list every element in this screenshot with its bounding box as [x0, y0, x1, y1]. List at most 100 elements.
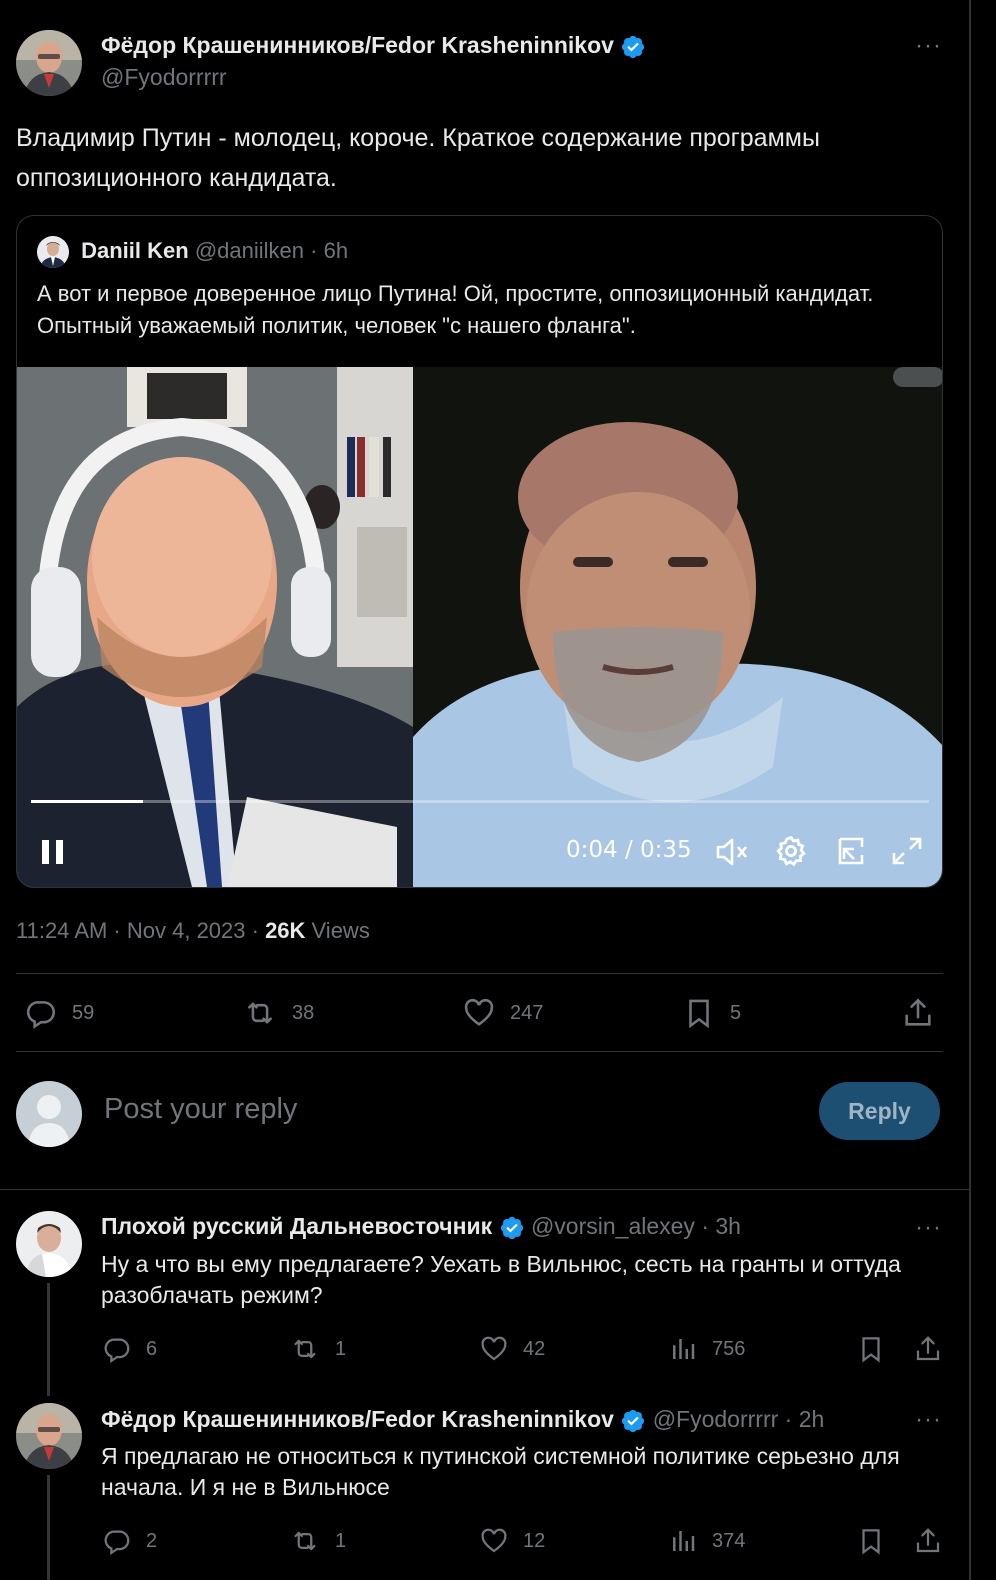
like-count: 42 [523, 1337, 546, 1360]
reply-action[interactable]: 2 [102, 1526, 157, 1556]
reply-time[interactable]: · 2h [785, 1406, 825, 1432]
verified-badge-icon [500, 1216, 523, 1240]
repost-icon [294, 1531, 316, 1551]
reply-action[interactable]: 6 [102, 1334, 157, 1364]
bookmark-icon [862, 1529, 880, 1555]
quote-time[interactable]: · 6h [310, 238, 348, 263]
more-icon[interactable]: ··· [915, 34, 942, 58]
pip-icon[interactable] [834, 835, 868, 872]
reply-icon [104, 1338, 130, 1363]
author-handle[interactable]: @Fyodorrrrr [101, 62, 227, 92]
quoted-tweet[interactable]: Daniil Ken @daniilken · 6h А вот и перво… [16, 215, 943, 888]
more-icon[interactable]: ··· [915, 1216, 942, 1240]
repost-action[interactable]: 1 [289, 1526, 346, 1556]
bookmark-icon [689, 999, 709, 1029]
like-action[interactable]: 12 [479, 1526, 545, 1556]
reply-header: Плохой русский Дальневосточник @vorsin_a… [101, 1211, 741, 1241]
reply-author-avatar[interactable] [16, 1403, 82, 1469]
reply-display-name[interactable]: Фёдор Крашенинников/Fedor Krasheninnikov [101, 1406, 614, 1432]
bookmark-action[interactable] [856, 1334, 900, 1364]
share-action[interactable] [901, 996, 949, 1030]
reply-header: Фёдор Крашенинников/Fedor Krasheninnikov… [101, 1404, 824, 1434]
author-display-name[interactable]: Фёдор Крашенинников/Fedor Krasheninnikov [101, 32, 614, 58]
mute-icon[interactable] [714, 835, 750, 874]
analytics-icon [673, 1531, 695, 1551]
reply-handle[interactable]: @Fyodorrrrr [653, 1406, 779, 1432]
reply-text: Я предлагаю не относиться к путинской си… [101, 1443, 900, 1500]
author-avatar[interactable] [16, 30, 82, 96]
share-action[interactable] [913, 1334, 957, 1364]
repost-action[interactable]: 38 [242, 996, 314, 1030]
quote-handle[interactable]: @daniilken [195, 238, 304, 263]
column-border [969, 0, 971, 1580]
heart-icon [481, 1528, 507, 1553]
more-icon[interactable]: ··· [915, 1408, 942, 1432]
reply-icon [26, 1001, 56, 1029]
reply-icon [104, 1530, 130, 1555]
bookmark-action[interactable] [856, 1526, 900, 1556]
analytics-icon [673, 1339, 695, 1359]
share-icon [905, 998, 931, 1026]
tweet-timestamp[interactable]: 11:24 AM · Nov 4, 2023 · [16, 918, 265, 943]
reply-action[interactable]: 59 [24, 996, 94, 1030]
verified-badge-icon [622, 35, 645, 59]
divider [16, 973, 943, 974]
video-frame-left [17, 367, 413, 887]
tweet-page: Фёдор Крашенинников/Fedor Krasheninnikov… [0, 0, 996, 1580]
views-count: 374 [712, 1529, 746, 1552]
settings-icon[interactable] [774, 834, 808, 873]
heart-icon [464, 998, 494, 1026]
like-count: 12 [523, 1529, 546, 1552]
views-action[interactable]: 374 [668, 1526, 745, 1556]
tweet-text: Владимир Путин - молодец, короче. Кратко… [16, 124, 820, 192]
like-action[interactable]: 42 [479, 1334, 545, 1364]
reply-handle[interactable]: @vorsin_alexey [531, 1213, 695, 1239]
reply-time[interactable]: · 3h [701, 1213, 741, 1239]
like-action[interactable]: 247 [462, 996, 543, 1030]
views-count: 26K [265, 918, 306, 943]
share-action[interactable] [913, 1526, 957, 1556]
repost-action[interactable]: 1 [289, 1334, 346, 1364]
repost-icon [294, 1339, 316, 1359]
author-name-row: Фёдор Крашенинников/Fedor Krasheninnikov [101, 30, 646, 60]
thread-line [47, 1475, 50, 1580]
reply-display-name[interactable]: Плохой русский Дальневосточник [101, 1213, 492, 1239]
reply-text: Ну а что вы ему предлагаете? Уехать в Ви… [101, 1251, 901, 1308]
pause-icon[interactable] [39, 837, 67, 872]
bookmark-count: 5 [730, 1001, 742, 1024]
divider [0, 1189, 969, 1190]
views-action[interactable]: 756 [668, 1334, 745, 1364]
divider [16, 1051, 943, 1052]
bookmark-action[interactable]: 5 [682, 996, 741, 1030]
video-player[interactable]: 0:04 / 0:35 [17, 367, 942, 887]
video-progress-fill [31, 800, 144, 803]
video-frame-right [413, 367, 942, 887]
verified-badge-icon [622, 1409, 645, 1433]
repost-count: 38 [292, 1001, 315, 1024]
reply-count: 59 [72, 1001, 95, 1024]
thread-line [47, 1283, 50, 1396]
video-progress-bar[interactable] [31, 800, 929, 803]
reply-count: 2 [146, 1529, 158, 1552]
reply-input[interactable]: Post your reply [104, 1093, 297, 1126]
fullscreen-icon[interactable] [890, 835, 924, 872]
quote-text: А вот и первое доверенное лицо Путина! О… [37, 281, 874, 338]
views-count: 756 [712, 1337, 746, 1360]
reply-button[interactable]: Reply [819, 1082, 940, 1140]
repost-icon [248, 1002, 272, 1024]
share-icon [916, 1528, 940, 1553]
video-time-readout: 0:04 / 0:35 [566, 837, 692, 863]
bookmark-icon [862, 1337, 880, 1363]
quote-author-avatar[interactable] [37, 236, 69, 269]
tweet-meta: 11:24 AM · Nov 4, 2023 · 26K Views [16, 916, 370, 946]
reply-count: 6 [146, 1337, 158, 1360]
heart-icon [481, 1336, 507, 1361]
views-label: Views [305, 918, 370, 943]
share-icon [916, 1336, 940, 1361]
repost-count: 1 [335, 1337, 347, 1360]
quote-header: Daniil Ken @daniilken · 6h [37, 236, 348, 269]
quote-display-name[interactable]: Daniil Ken [81, 238, 189, 263]
like-count: 247 [510, 1001, 544, 1024]
my-avatar[interactable] [16, 1081, 82, 1147]
reply-author-avatar[interactable] [16, 1211, 82, 1277]
